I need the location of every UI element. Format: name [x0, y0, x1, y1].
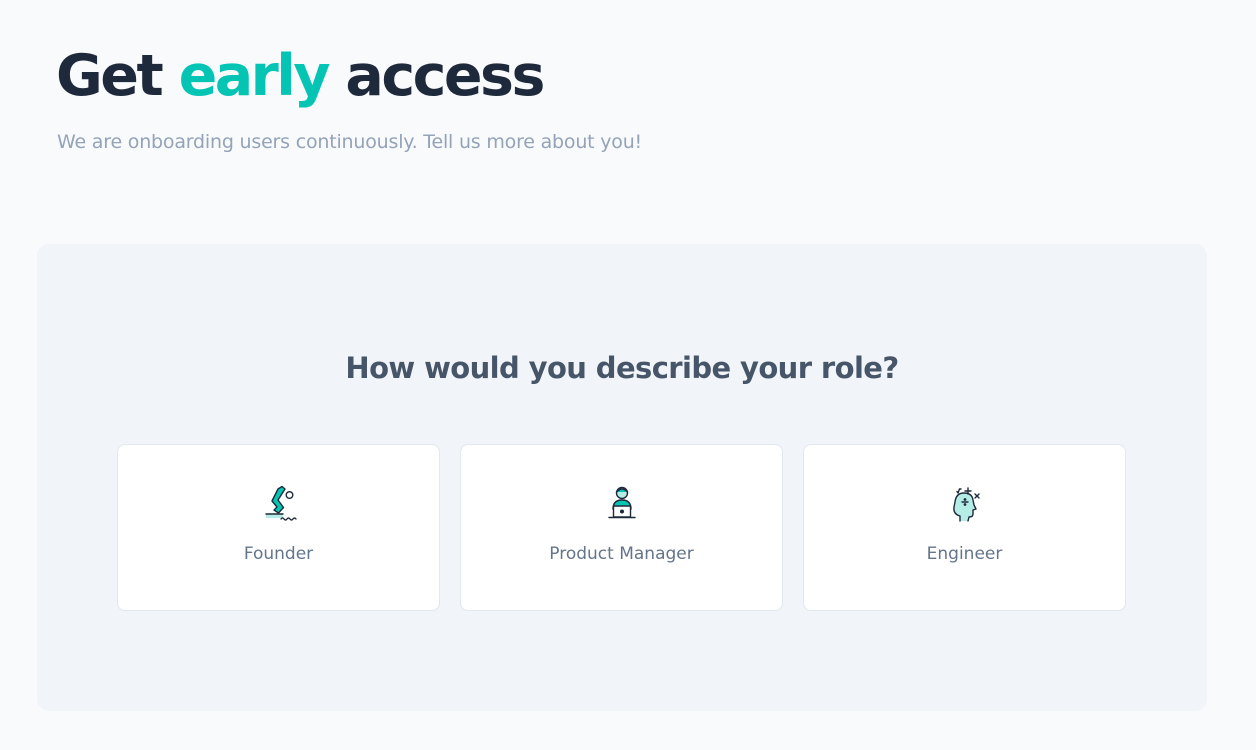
title-accent: early: [178, 43, 331, 109]
role-label-product-manager: Product Manager: [549, 544, 694, 564]
person-laptop-icon: [599, 483, 645, 529]
title-prefix: Get: [56, 43, 164, 109]
role-label-founder: Founder: [243, 544, 314, 564]
page-subtitle: We are onboarding users continuously. Te…: [57, 131, 642, 153]
diver-icon: [256, 483, 302, 529]
title-suffix: access: [345, 43, 545, 109]
role-card-founder[interactable]: Founder: [117, 444, 440, 611]
role-question: How would you describe your role?: [345, 351, 899, 385]
role-label-engineer: Engineer: [926, 544, 1003, 564]
role-card-engineer[interactable]: Engineer: [803, 444, 1126, 611]
role-selection-panel: How would you describe your role? Founde…: [37, 244, 1207, 711]
page-title: Get early access: [56, 40, 545, 112]
role-card-product-manager[interactable]: Product Manager: [460, 444, 783, 611]
head-math-icon: [942, 483, 988, 529]
early-access-page: Get early access We are onboarding users…: [0, 0, 1256, 750]
